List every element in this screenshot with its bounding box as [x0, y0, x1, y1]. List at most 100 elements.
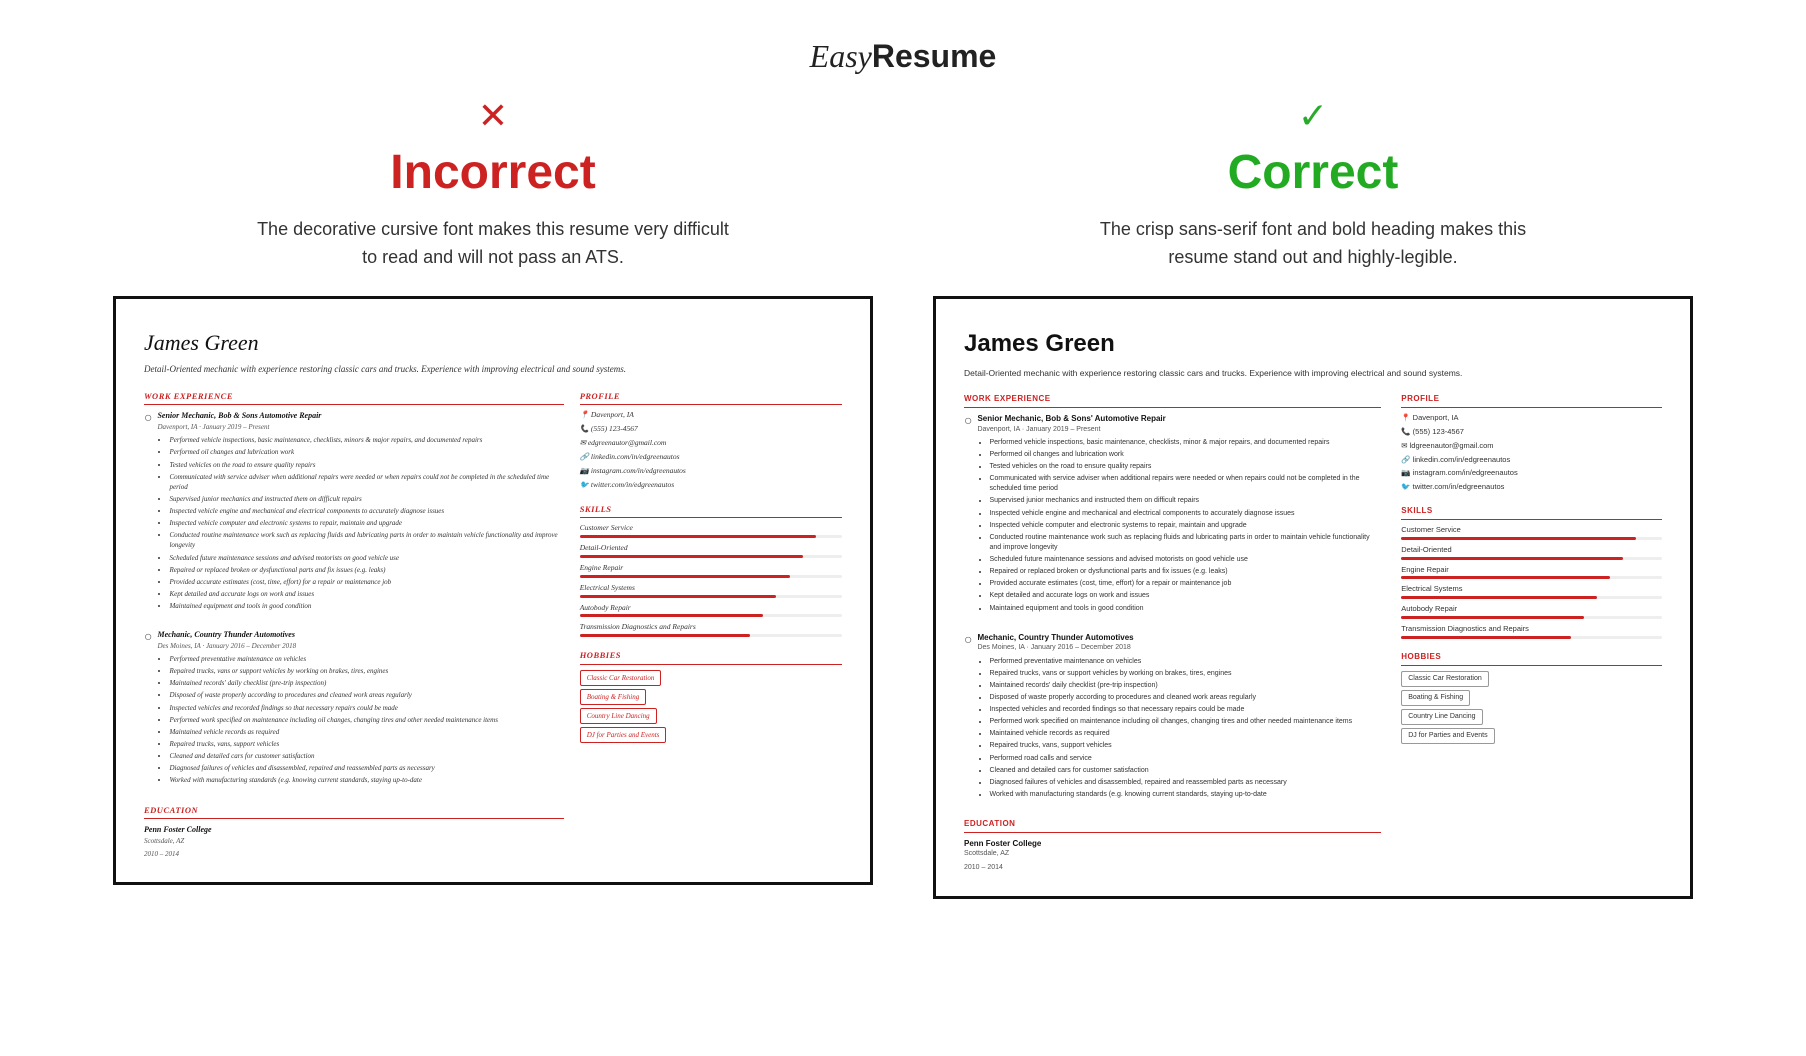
incorrect-job1-bullets: Performed vehicle inspections, basic mai… [157, 435, 563, 611]
correct-skill-5: Autobody Repair [1401, 604, 1662, 619]
correct-edu-school: Penn Foster College [964, 838, 1381, 850]
bullet: Repaired or replaced broken or dysfuncti… [989, 567, 1381, 577]
bullet: Maintained vehicle records as required [169, 727, 563, 737]
logo-resume: Resume [872, 38, 997, 74]
correct-job2-dot: ○ [964, 632, 972, 808]
incorrect-job1-meta: Davenport, IA · January 2019 – Present [157, 422, 563, 432]
incorrect-skills-title: SKILLS [580, 503, 842, 518]
correct-profile-instagram: 📷 instagram.com/in/edgreenautos [1401, 468, 1662, 479]
bullet: Provided accurate estimates (cost, time,… [989, 579, 1381, 589]
correct-column: ✓ Correct The crisp sans-serif font and … [933, 95, 1693, 899]
bullet: Communicated with service adviser when a… [989, 474, 1381, 494]
bullet: Inspected vehicle computer and electroni… [169, 518, 563, 528]
correct-profile-city: 📍 Davenport, IA [1401, 413, 1662, 424]
incorrect-hobbies-title: HOBBIES [580, 649, 842, 664]
correct-hobby-2: Boating & Fishing [1401, 690, 1662, 709]
bullet: Tested vehicles on the road to ensure qu… [169, 460, 563, 470]
bullet: Inspected vehicles and recorded findings… [169, 703, 563, 713]
correct-edu-title: EDUCATION [964, 818, 1381, 833]
correct-skill-4: Electrical Systems [1401, 584, 1662, 599]
bullet: Kept detailed and accurate logs on work … [989, 591, 1381, 601]
correct-resume-card: James Green Detail-Oriented mechanic wit… [933, 296, 1693, 899]
bullet: Maintained equipment and tools in good c… [989, 604, 1381, 614]
logo-easy: Easy [810, 38, 872, 74]
bullet: Repaired trucks, vans or support vehicle… [169, 666, 563, 676]
correct-skill-2: Detail-Oriented [1401, 545, 1662, 560]
incorrect-job-2: ○ Mechanic, Country Thunder Automotives … [144, 629, 564, 793]
correct-job1-title: Senior Mechanic, Bob & Sons' Automotive … [977, 413, 1381, 425]
incorrect-edu-title: EDUCATION [144, 804, 564, 819]
bullet: Conducted routine maintenance work such … [169, 530, 563, 550]
incorrect-resume-name: James Green [144, 327, 842, 359]
bullet: Worked with manufacturing standards (e.g… [169, 775, 563, 785]
bullet: Disposed of waste properly according to … [169, 690, 563, 700]
correct-description: The crisp sans-serif font and bold headi… [1073, 216, 1553, 272]
correct-icon-row: ✓ [1298, 95, 1328, 137]
correct-resume-tagline: Detail-Oriented mechanic with experience… [964, 367, 1662, 380]
bullet: Provided accurate estimates (cost, time,… [169, 577, 563, 587]
correct-job1-meta: Davenport, IA · January 2019 – Present [977, 425, 1381, 435]
incorrect-skill-1: Customer Service [580, 523, 842, 538]
correct-profile-linkedin: 🔗 linkedin.com/in/edgreenautos [1401, 455, 1662, 466]
correct-side-col: PROFILE 📍 Davenport, IA 📞 (555) 123-4567… [1401, 393, 1662, 875]
x-icon: ✕ [478, 95, 508, 136]
incorrect-label: Incorrect [390, 145, 595, 200]
bullet: Inspected vehicle engine and mechanical … [989, 509, 1381, 519]
correct-skills-title: SKILLS [1401, 505, 1662, 520]
incorrect-job2-dot: ○ [144, 629, 152, 793]
incorrect-edu-years: 2010 – 2014 [144, 849, 564, 859]
bullet: Communicated with service adviser when a… [169, 472, 563, 492]
correct-job1-bullets: Performed vehicle inspections, basic mai… [977, 438, 1381, 614]
incorrect-job1-dot: ○ [144, 410, 152, 619]
logo: EasyResume [0, 38, 1806, 75]
bullet: Performed oil changes and lubrication wo… [169, 447, 563, 457]
correct-job-1: ○ Senior Mechanic, Bob & Sons' Automotiv… [964, 413, 1381, 622]
incorrect-job2-meta: Des Moines, IA · January 2016 – December… [157, 641, 563, 651]
incorrect-skill-2: Detail-Oriented [580, 543, 842, 558]
header: EasyResume [0, 20, 1806, 85]
incorrect-profile-twitter: 🐦 twitter.com/in/edgreenautos [580, 480, 842, 491]
bullet: Repaired or replaced broken or dysfuncti… [169, 565, 563, 575]
correct-job2-bullets: Performed preventative maintenance on ve… [977, 657, 1381, 801]
correct-hobby-4: DJ for Parties and Events [1401, 728, 1662, 747]
bullet: Performed oil changes and lubrication wo… [989, 450, 1381, 460]
correct-job1-content: Senior Mechanic, Bob & Sons' Automotive … [977, 413, 1381, 622]
correct-profile-twitter: 🐦 twitter.com/in/edgreenautos [1401, 482, 1662, 493]
incorrect-profile-title: PROFILE [580, 390, 842, 405]
incorrect-job2-bullets: Performed preventative maintenance on ve… [157, 654, 563, 786]
incorrect-hobby-4: DJ for Parties and Events [580, 727, 842, 746]
correct-hobbies-title: HOBBIES [1401, 651, 1662, 666]
correct-resume-name: James Green [964, 327, 1662, 362]
bullet: Supervised junior mechanics and instruct… [989, 496, 1381, 506]
bullet: Maintained records' daily checklist (pre… [989, 681, 1381, 691]
bullet: Scheduled future maintenance sessions an… [169, 553, 563, 563]
correct-profile-title: PROFILE [1401, 393, 1662, 408]
bullet: Conducted routine maintenance work such … [989, 533, 1381, 553]
incorrect-profile-instagram: 📷 instagram.com/in/edgreenautos [580, 466, 842, 477]
bullet: Repaired trucks, vans or support vehicle… [989, 669, 1381, 679]
incorrect-job2-content: Mechanic, Country Thunder Automotives De… [157, 629, 563, 793]
incorrect-profile-email: ✉ edgreenautor@gmail.com [580, 438, 842, 449]
bullet: Diagnosed failures of vehicles and disas… [989, 778, 1381, 788]
bullet: Performed road calls and service [989, 754, 1381, 764]
correct-label: Correct [1228, 145, 1399, 200]
bullet: Disposed of waste properly according to … [989, 693, 1381, 703]
incorrect-skill-5: Autobody Repair [580, 603, 842, 618]
incorrect-hobby-3: Country Line Dancing [580, 708, 842, 727]
correct-edu-years: 2010 – 2014 [964, 863, 1381, 873]
bullet: Performed preventative maintenance on ve… [989, 657, 1381, 667]
bullet: Scheduled future maintenance sessions an… [989, 555, 1381, 565]
incorrect-side-col: PROFILE 📍 Davenport, IA 📞 (555) 123-4567… [580, 390, 842, 862]
bullet: Performed work specified on maintenance … [169, 715, 563, 725]
incorrect-job1-title: Senior Mechanic, Bob & Sons Automotive R… [157, 410, 563, 422]
incorrect-job1-content: Senior Mechanic, Bob & Sons Automotive R… [157, 410, 563, 619]
main-columns: ✕ Incorrect The decorative cursive font … [0, 95, 1806, 899]
incorrect-profile-phone: 📞 (555) 123-4567 [580, 424, 842, 435]
correct-work-title: WORK EXPERIENCE [964, 393, 1381, 408]
incorrect-profile-city: 📍 Davenport, IA [580, 410, 842, 421]
incorrect-two-col: WORK EXPERIENCE ○ Senior Mechanic, Bob &… [144, 390, 842, 862]
bullet: Maintained equipment and tools in good c… [169, 601, 563, 611]
page-wrapper: EasyResume ✕ Incorrect The decorative cu… [0, 0, 1806, 1056]
bullet: Performed vehicle inspections, basic mai… [169, 435, 563, 445]
bullet: Worked with manufacturing standards (e.g… [989, 790, 1381, 800]
